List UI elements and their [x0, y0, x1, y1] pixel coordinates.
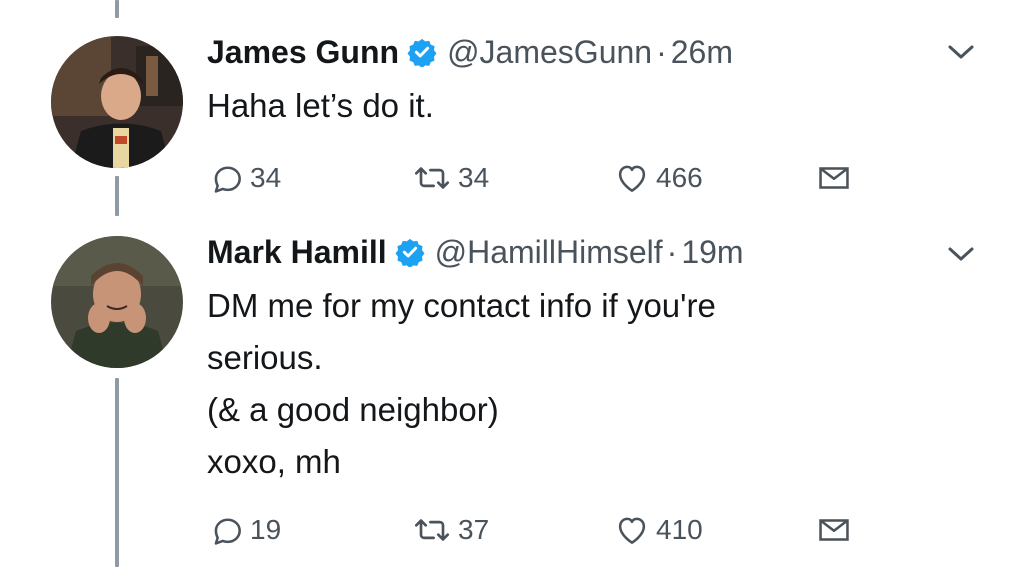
- tweet-header: James Gunn @JamesGunn · 26m: [207, 32, 733, 72]
- retweet-icon: [410, 159, 454, 197]
- envelope-icon: [814, 159, 854, 197]
- chevron-down-icon[interactable]: [944, 242, 978, 266]
- verified-badge-icon: [407, 37, 437, 67]
- avatar[interactable]: [51, 36, 183, 168]
- retweet-count: 37: [458, 514, 490, 545]
- timestamp[interactable]: 26m: [671, 34, 733, 71]
- like-count: 466: [656, 162, 703, 193]
- reply-icon: [208, 159, 246, 197]
- display-name[interactable]: Mark Hamill: [207, 234, 387, 271]
- reply-button[interactable]: 19: [208, 508, 281, 552]
- envelope-icon: [814, 511, 854, 549]
- user-handle[interactable]: @JamesGunn: [447, 34, 652, 71]
- verified-badge-icon: [395, 237, 425, 267]
- display-name[interactable]: James Gunn: [207, 34, 399, 71]
- direct-message-button[interactable]: [814, 156, 854, 200]
- tweet-text-line: (& a good neighbor): [207, 391, 499, 428]
- tweet-header: Mark Hamill @HamillHimself · 19m: [207, 232, 744, 272]
- direct-message-button[interactable]: [814, 508, 854, 552]
- avatar[interactable]: [51, 236, 183, 368]
- tweet-text-line: serious.: [207, 339, 323, 376]
- tweet-text-line: xoxo, mh: [207, 443, 341, 480]
- tweet-actions: 19 37 410: [0, 508, 1023, 552]
- tweet-text: DM me for my contact info if you're seri…: [207, 280, 716, 488]
- tweet-actions: 34 34 466: [0, 156, 1023, 200]
- tweet-text: Haha let’s do it.: [207, 80, 434, 132]
- thread-line-top: [115, 0, 119, 18]
- user-handle[interactable]: @HamillHimself: [435, 234, 663, 271]
- retweet-count: 34: [458, 162, 490, 193]
- reply-count: 19: [250, 514, 282, 545]
- like-button[interactable]: 410: [612, 508, 703, 552]
- retweet-button[interactable]: 34: [410, 156, 489, 200]
- heart-icon: [612, 159, 652, 197]
- reply-icon: [208, 511, 246, 549]
- tweet-text-line: DM me for my contact info if you're: [207, 287, 716, 324]
- separator-dot: ·: [666, 233, 678, 270]
- chevron-down-icon[interactable]: [944, 40, 978, 64]
- reply-button[interactable]: 34: [208, 156, 281, 200]
- heart-icon: [612, 511, 652, 549]
- retweet-button[interactable]: 37: [410, 508, 489, 552]
- separator-dot: ·: [656, 33, 667, 70]
- timestamp[interactable]: 19m: [681, 234, 743, 271]
- like-count: 410: [656, 514, 703, 545]
- tweet-text-line: Haha let’s do it.: [207, 87, 434, 124]
- reply-count: 34: [250, 162, 282, 193]
- retweet-icon: [410, 511, 454, 549]
- like-button[interactable]: 466: [612, 156, 703, 200]
